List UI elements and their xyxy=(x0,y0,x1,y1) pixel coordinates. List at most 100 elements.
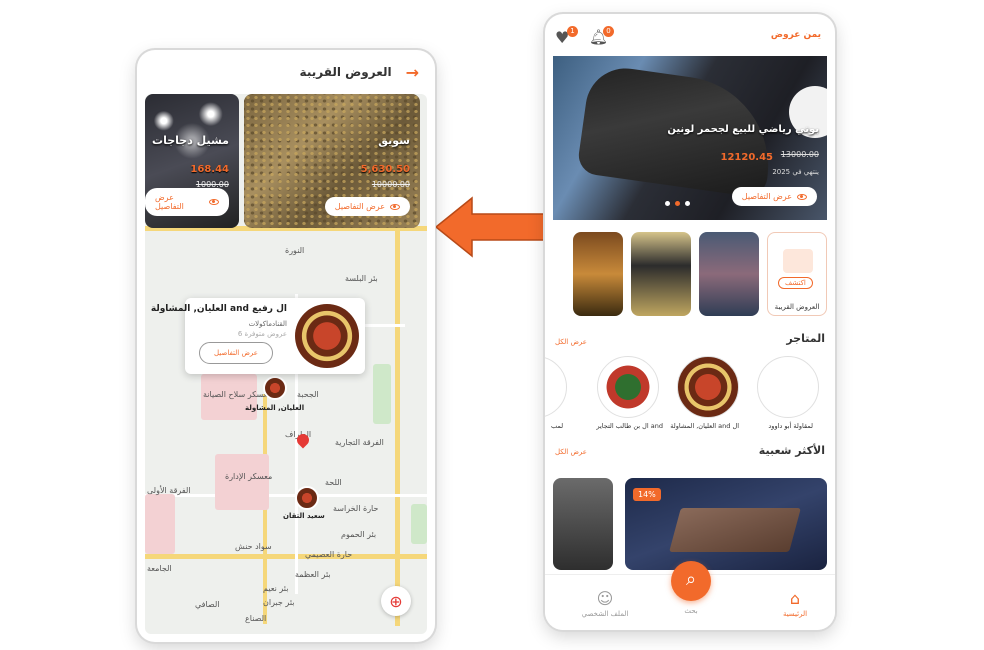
map-label: الصناع xyxy=(245,614,267,623)
popular-view-all-link[interactable]: عرض الكل xyxy=(555,448,587,456)
store-marker[interactable] xyxy=(295,486,319,510)
map-label: بئر البلسة xyxy=(345,274,378,283)
map-label: اللحة xyxy=(325,478,342,487)
store-label: العليان, المشاولة and ال xyxy=(670,422,739,430)
eye-icon xyxy=(797,193,807,200)
eye-icon xyxy=(390,203,400,210)
store-marker[interactable] xyxy=(263,376,287,400)
map-area xyxy=(411,504,427,544)
map-label: الفرقة الأولى xyxy=(147,486,191,495)
nearby-offers-screen: العروض القريبة → النورة بئر البلسة الجحب… xyxy=(137,50,435,642)
map-label: بئر الحموم xyxy=(341,530,377,539)
map-label: بئر نعيم xyxy=(263,584,289,593)
search-button[interactable]: ⌕ xyxy=(671,561,711,601)
map-label: معسكر سلاح الصيانة xyxy=(203,390,272,399)
map-label: معسكر الإدارة xyxy=(225,472,273,481)
offer-name: سويق xyxy=(378,134,410,147)
product-image xyxy=(669,508,801,552)
home-icon: ⌂ xyxy=(789,589,801,608)
carousel-dot[interactable] xyxy=(675,201,680,206)
nav-search[interactable]: بحث xyxy=(661,607,721,615)
banner-old-price: 13000.00 xyxy=(780,150,819,159)
heart-badge: 1 xyxy=(567,26,578,37)
banner-details-button[interactable]: عرض التفاصيل xyxy=(731,187,817,206)
category-electronics[interactable] xyxy=(631,232,691,316)
category-food[interactable] xyxy=(573,232,623,316)
offer-price: 5,630.50 xyxy=(360,164,410,175)
map-area xyxy=(373,364,391,424)
bell-badge: 0 xyxy=(603,26,614,37)
locate-me-button[interactable]: ⊕ xyxy=(381,586,411,616)
popup-details-button[interactable]: عرض التفاصيل xyxy=(199,342,273,364)
back-arrow-icon[interactable]: → xyxy=(406,63,419,82)
map-label: النورة xyxy=(285,246,305,255)
top-bar: ♥ 1 🔔︎ 0 يمن عروض xyxy=(545,14,835,56)
banner-price: 12120.45 xyxy=(720,152,773,163)
details-button[interactable]: عرض التفاصيل xyxy=(324,197,410,216)
discover-button[interactable]: اكتشف xyxy=(778,277,813,289)
nav-profile[interactable]: ☺ الملف الشخصي xyxy=(575,589,635,618)
popular-section-title: الأكثر شعبية xyxy=(758,444,825,457)
category-clothes[interactable] xyxy=(699,232,759,316)
nav-home[interactable]: ⌂ الرئيسية xyxy=(765,589,825,618)
details-label: عرض التفاصيل xyxy=(155,193,184,211)
carousel-dot[interactable] xyxy=(665,201,670,206)
map-area xyxy=(215,454,269,510)
crosshair-icon: ⊕ xyxy=(389,591,403,611)
map-label: الفرقة التجارية xyxy=(335,438,384,447)
details-button[interactable]: عرض التفاصيل xyxy=(145,188,229,216)
details-label: عرض التفاصيل xyxy=(741,192,792,201)
product-card[interactable] xyxy=(553,478,613,570)
store-item[interactable] xyxy=(757,356,819,418)
details-label: عرض التفاصيل xyxy=(334,202,385,211)
user-icon: ☺ xyxy=(596,589,614,608)
offer-price: 168.44 xyxy=(190,164,229,175)
store-label: ال بن طالب التجاير and xyxy=(596,422,663,430)
carousel-dots xyxy=(665,201,690,206)
promo-banner[interactable]: بوتي رياضي للبيع لجحمر لونين 12120.45 13… xyxy=(553,56,827,220)
carousel-dot[interactable] xyxy=(685,201,690,206)
map-label: بئر جبران xyxy=(263,598,295,607)
category-nearby[interactable]: اكتشف العروض القريبة xyxy=(767,232,827,316)
stores-view-all-link[interactable]: عرض الكل xyxy=(555,338,587,346)
page-title: العروض القريبة xyxy=(299,65,392,79)
map-road xyxy=(395,226,400,626)
offer-card[interactable]: سويق 5,630.50 10000.00 عرض التفاصيل xyxy=(244,94,420,228)
marker-label: سعيد التقان xyxy=(283,512,325,520)
big-left-arrow-icon xyxy=(436,196,549,258)
discount-badge: 14% xyxy=(633,488,661,501)
store-name: العليان, المشاولة and ال رفيع xyxy=(150,304,287,314)
offer-name: مشيل دجاجات xyxy=(152,134,229,147)
search-icon: ⌕ xyxy=(685,569,697,590)
store-popup[interactable]: العليان, المشاولة and ال رفيع القنادماكو… xyxy=(151,298,365,374)
store-label: لمقاولة أبو داوود xyxy=(768,422,813,430)
store-logo xyxy=(295,304,359,368)
category-label: العروض القريبة xyxy=(774,303,820,311)
categories-row: اكتشف العروض القريبة xyxy=(553,232,827,316)
store-item[interactable] xyxy=(545,356,567,418)
map-label: الصافي xyxy=(195,600,220,609)
map-label: بئر العظمة xyxy=(295,570,331,579)
marker-label: العليان, المشاولة xyxy=(245,404,305,412)
store-category: القنادماكولات xyxy=(248,320,287,328)
app-brand: يمن عروض xyxy=(770,30,821,40)
offer-card[interactable]: مشيل دجاجات 168.44 1000.00 عرض التفاصيل xyxy=(145,94,239,228)
nav-profile-label: الملف الشخصي xyxy=(581,610,629,618)
eye-icon xyxy=(209,199,219,205)
map-label: حارة العصيمي xyxy=(305,550,353,559)
store-item[interactable] xyxy=(677,356,739,418)
store-label: لمب xyxy=(551,422,564,430)
map-label: الجامعة xyxy=(147,564,172,573)
nav-search-label: بحث xyxy=(684,607,698,615)
nav-home-label: الرئيسية xyxy=(782,610,808,618)
header: العروض القريبة → xyxy=(137,50,435,94)
product-card[interactable]: 14% xyxy=(625,478,827,570)
banner-date: 2025 ينتهي في xyxy=(772,168,819,176)
offers-count: 6 عروض متوفرة xyxy=(237,330,287,338)
map-label: سواد حنش xyxy=(235,542,272,551)
bottom-nav: ⌂ الرئيسية ⌕ بحث ☺ الملف الشخصي xyxy=(545,561,835,630)
home-screen: ♥ 1 🔔︎ 0 يمن عروض بوتي رياضي للبيع لجحمر… xyxy=(545,14,835,630)
offer-old-price: 10000.00 xyxy=(371,180,410,189)
map-label: الجحبة xyxy=(297,390,319,399)
store-item[interactable] xyxy=(597,356,659,418)
